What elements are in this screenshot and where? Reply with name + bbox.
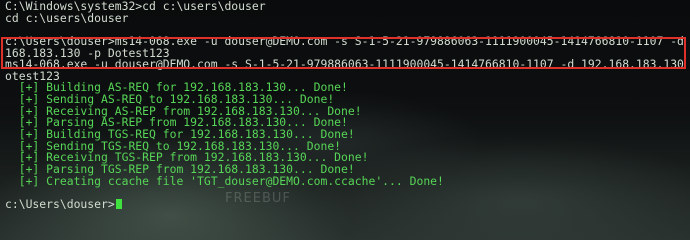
terminal-window[interactable]: C:\Windows\system32>cd c:\users\douser c… — [0, 0, 690, 240]
prompt-line[interactable]: c:\Users\douser> — [5, 196, 690, 211]
terminal-line: ms14-068.exe -u douser@DEMO.com -s S-1-5… — [5, 57, 690, 72]
watermark: FREEBUF — [225, 191, 291, 206]
status-line: [+] Creating ccache file 'TGT_douser@DEM… — [5, 173, 444, 188]
prompt-text: c:\Users\douser> — [5, 196, 115, 211]
terminal-output: C:\Windows\system32>cd c:\users\douser c… — [5, 0, 690, 211]
text-cursor — [115, 198, 122, 209]
terminal-line: cd c:\users\douser — [5, 10, 129, 25]
